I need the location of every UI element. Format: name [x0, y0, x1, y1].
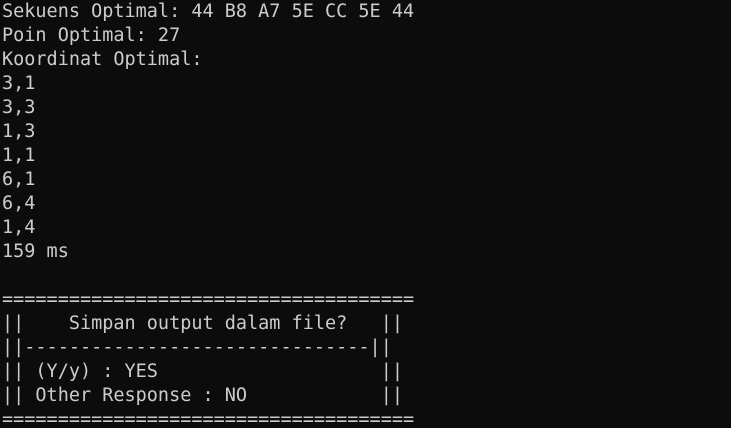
- prompt-option-no: || Other Response : NO ||: [2, 385, 403, 406]
- prompt-option-yes: || (Y/y) : YES ||: [2, 361, 403, 382]
- coordinates-header: Koordinat Optimal:: [2, 49, 203, 70]
- coordinate-line: 3,1: [2, 73, 36, 94]
- elapsed-time: 159 ms: [2, 241, 69, 262]
- coordinate-line: 1,1: [2, 145, 36, 166]
- sequence-line: Sekuens Optimal: 44 B8 A7 5E CC 5E 44: [2, 1, 415, 22]
- prompt-title: || Simpan output dalam file? ||: [2, 313, 403, 334]
- prompt-border-bottom: =====================================: [2, 409, 415, 428]
- coordinate-line: 1,4: [2, 217, 36, 238]
- coordinate-line: 6,4: [2, 193, 36, 214]
- coordinate-line: 6,1: [2, 169, 36, 190]
- coordinate-line: 3,3: [2, 97, 36, 118]
- prompt-border-top: =====================================: [2, 289, 415, 310]
- coordinate-line: 1,3: [2, 121, 36, 142]
- terminal-window[interactable]: Sekuens Optimal: 44 B8 A7 5E CC 5E 44 Po…: [0, 0, 731, 428]
- prompt-separator: ||-------------------------------||: [2, 337, 392, 358]
- points-line: Poin Optimal: 27: [2, 25, 181, 46]
